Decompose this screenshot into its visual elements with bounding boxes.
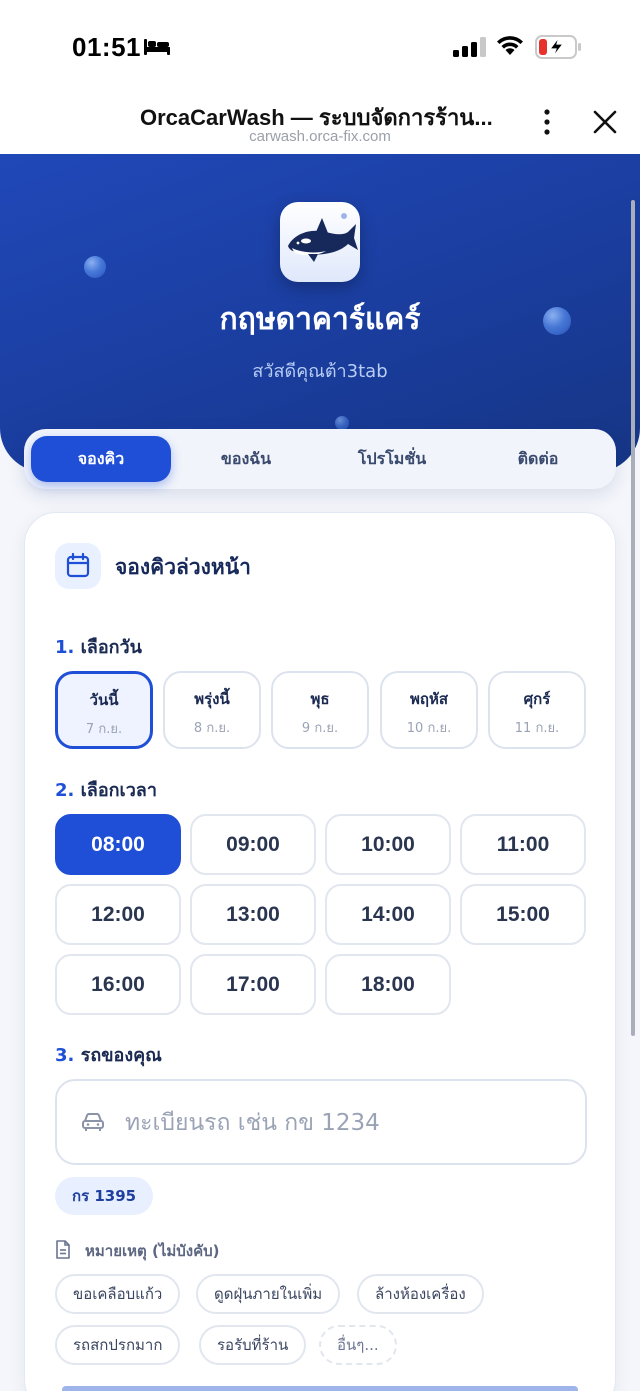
time-slot[interactable]: 13:00: [190, 884, 316, 945]
step-select-time-label: 2. เลือกเวลา: [55, 775, 157, 804]
calendar-icon: [66, 552, 90, 578]
step-number: 1.: [55, 637, 75, 658]
step-number: 2.: [55, 780, 75, 801]
tab-my-bookings[interactable]: ของฉัน: [176, 436, 316, 482]
plate-field[interactable]: [55, 1079, 587, 1165]
day-option[interactable]: พรุ่งนี้ 8 ก.ย.: [163, 671, 261, 749]
step-select-day-label: 1. เลือกวัน: [55, 632, 142, 661]
time-slot[interactable]: 16:00: [55, 954, 181, 1015]
day-date: 7 ก.ย.: [85, 722, 123, 737]
day-name: วันนี้: [89, 691, 119, 709]
day-option[interactable]: ศุกร์ 11 ก.ย.: [488, 671, 586, 749]
signal-icon: [453, 37, 486, 57]
main-tabs: จองคิว ของฉัน โปรโมชั่น ติดต่อ: [24, 429, 616, 489]
note-label-text: หมายเหตุ (ไม่บังคับ): [85, 1242, 220, 1260]
day-date: 11 ก.ย.: [514, 721, 560, 736]
more-vertical-icon[interactable]: [536, 108, 558, 136]
day-name: พรุ่งนี้: [194, 690, 230, 708]
day-option[interactable]: พุธ 9 ก.ย.: [271, 671, 369, 749]
battery-charging-icon: [535, 35, 581, 59]
step-number: 3.: [55, 1045, 75, 1066]
greeting-text: สวัสดีคุณต้า3tab: [252, 361, 388, 382]
tab-promotions[interactable]: โปรโมชั่น: [322, 436, 462, 482]
day-option[interactable]: วันนี้ 7 ก.ย.: [55, 671, 153, 749]
status-time: 01:51: [72, 32, 141, 62]
day-date: 10 ก.ย.: [406, 721, 452, 736]
wifi-icon: [497, 36, 523, 55]
saved-plate-chip[interactable]: กร 1395: [55, 1177, 154, 1215]
scrollbar[interactable]: [631, 200, 635, 1036]
tab-book-queue[interactable]: จองคิว: [31, 436, 171, 482]
shop-name: กฤษดาคาร์แคร์: [219, 302, 421, 337]
day-date: 8 ก.ย.: [193, 721, 231, 736]
step-text: รถของคุณ: [80, 1045, 162, 1066]
note-chip[interactable]: รอรับที่ร้าน: [199, 1325, 307, 1365]
time-slot[interactable]: 11:00: [460, 814, 586, 875]
document-icon: [56, 1240, 70, 1259]
note-chip[interactable]: ล้างห้องเครื่อง: [357, 1274, 484, 1314]
time-slot[interactable]: 10:00: [325, 814, 451, 875]
close-icon[interactable]: [591, 108, 619, 136]
time-slot[interactable]: 17:00: [190, 954, 316, 1015]
day-date: 9 ก.ย.: [301, 721, 339, 736]
bubble-decoration: [335, 416, 349, 430]
orca-icon: [288, 213, 358, 262]
step-your-car-label: 3. รถของคุณ: [55, 1040, 162, 1069]
time-slot[interactable]: 09:00: [190, 814, 316, 875]
note-chip[interactable]: ขอเคลือบแก้ว: [55, 1274, 181, 1314]
note-label: หมายเหตุ (ไม่บังคับ): [55, 1239, 220, 1263]
orca-logo: [280, 202, 360, 282]
card-title: จองคิวล่วงหน้า: [115, 555, 251, 579]
tab-contact[interactable]: ติดต่อ: [468, 436, 608, 482]
browser-header: OrcaCarWash — ระบบจัดการร้าน... carwash.…: [0, 90, 640, 154]
time-slot[interactable]: 14:00: [325, 884, 451, 945]
time-slot[interactable]: 12:00: [55, 884, 181, 945]
status-bar: 01:51: [0, 0, 640, 90]
time-slot[interactable]: 08:00: [55, 814, 181, 875]
time-slot[interactable]: 15:00: [460, 884, 586, 945]
note-chip[interactable]: ดูดฝุ่นภายในเพิ่ม: [196, 1274, 341, 1314]
day-name: พฤหัส: [409, 690, 448, 708]
next-button-edge[interactable]: [62, 1386, 578, 1391]
hero-banner: กฤษดาคาร์แคร์ สวัสดีคุณต้า3tab: [0, 154, 640, 472]
plate-input[interactable]: [125, 1099, 565, 1147]
booking-card: จองคิวล่วงหน้า 1. เลือกวัน วันนี้ 7 ก.ย.…: [24, 512, 616, 1391]
bed-icon: [144, 39, 170, 55]
day-name: ศุกร์: [523, 690, 551, 708]
calendar-icon-badge: [55, 543, 101, 589]
bubble-decoration: [84, 256, 106, 278]
page-url[interactable]: carwash.orca-fix.com: [140, 128, 500, 145]
time-slot[interactable]: 18:00: [325, 954, 451, 1015]
step-text: เลือกวัน: [80, 637, 142, 658]
car-icon: [82, 1113, 104, 1131]
note-chip-other[interactable]: อื่นๆ...: [319, 1325, 397, 1365]
note-chip[interactable]: รถสกปรกมาก: [55, 1325, 181, 1365]
day-option[interactable]: พฤหัส 10 ก.ย.: [380, 671, 478, 749]
day-name: พุธ: [310, 690, 330, 708]
step-text: เลือกเวลา: [80, 780, 157, 801]
